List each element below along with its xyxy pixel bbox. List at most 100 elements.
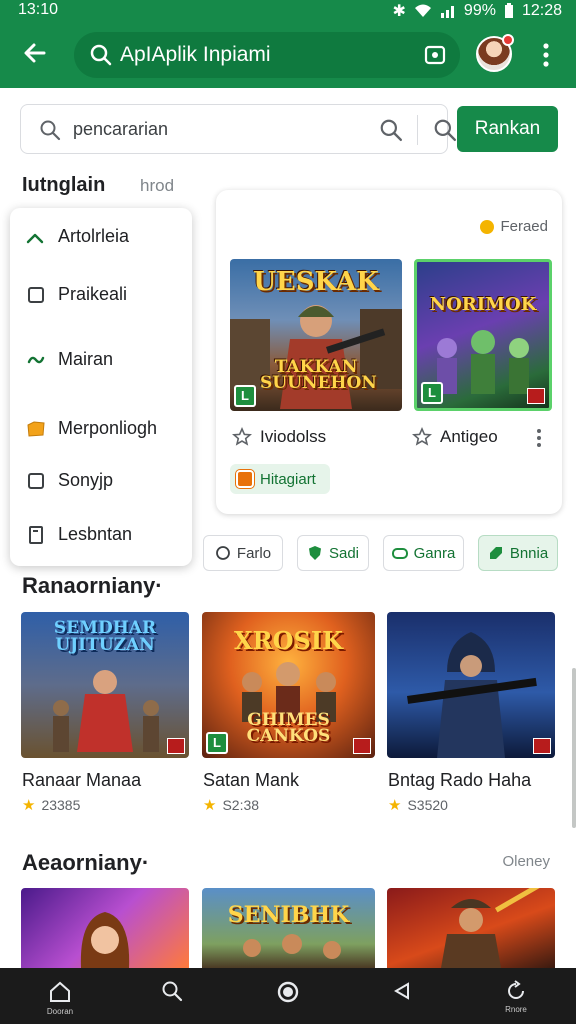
menu-item-3[interactable]: Mairan (26, 349, 113, 370)
gamepad-icon (391, 548, 408, 559)
menu-item-label: Merponliogh (58, 418, 158, 438)
search-secondary-icon[interactable] (433, 118, 457, 142)
tag-icon (489, 547, 502, 559)
chip-label: Bnnia (509, 544, 549, 562)
featured-tag: Feraed (480, 218, 548, 235)
featured-game-1[interactable]: UESKAK TAKKAN SUUNEHON L (230, 259, 402, 411)
store-badge-icon: L (234, 385, 256, 407)
menu-item-5[interactable]: Sonyjp (26, 470, 113, 491)
star-icon: ★ (22, 797, 36, 814)
game-tile[interactable] (387, 888, 555, 968)
star-outline-icon (232, 427, 252, 446)
featured-game-1-name: Iviodolss (260, 427, 327, 446)
heroine-artwork (80, 912, 130, 968)
bottom-navigation: Dooran Rnore (0, 968, 576, 1024)
refresh-icon (508, 980, 524, 999)
chip-ganra[interactable]: Ganra (383, 535, 464, 571)
nav-home-button[interactable] (258, 968, 318, 1024)
game-tile-rating-value: S2:38 (222, 797, 260, 813)
game-tile[interactable] (387, 612, 555, 758)
divider (417, 115, 418, 145)
game-tile-rating: ★ S2:38 (203, 796, 259, 814)
search-field[interactable]: pencararian (20, 104, 457, 154)
featured-game-2-label[interactable]: Antigeo (412, 427, 498, 447)
app-launcher-icon[interactable] (424, 44, 446, 66)
nav-more-label: Rnore (505, 1005, 527, 1014)
game-tile[interactable]: XROSIK GHIMES CANKOS L (202, 612, 375, 758)
menu-item-4[interactable]: Merponliogh (26, 418, 157, 439)
game-tile-art-title: SENIBHK (227, 902, 350, 928)
search-submit-icon[interactable] (379, 118, 403, 142)
rank-button[interactable]: Rankan (457, 106, 558, 152)
filter-menu: Artolrleia Praikeali Mairan Merponliogh … (10, 208, 192, 566)
rating-badge-icon (527, 388, 545, 404)
back-arrow-icon[interactable] (20, 38, 50, 68)
menu-item-1[interactable]: Artolrleia (26, 226, 129, 247)
menu-item-label: Mairan (58, 349, 114, 369)
section-title: Ranaorniany· (22, 573, 163, 598)
scrollbar[interactable] (572, 668, 576, 828)
interest-chip-label: Hitagiart (260, 470, 316, 488)
avatar[interactable] (476, 34, 514, 72)
store-badge-icon: L (421, 382, 443, 404)
game-tile-name[interactable]: Satan Mank (203, 770, 299, 791)
game-tile-name[interactable]: Bntag Rado Haha (388, 770, 531, 791)
status-bar: 13:10 ✱ 99% 12:28 (0, 0, 576, 22)
game-tile-rating-value: 23385 (41, 797, 81, 813)
nav-home[interactable]: Dooran (30, 968, 90, 1024)
game-tile[interactable] (21, 888, 189, 968)
more-options-icon[interactable] (532, 428, 546, 448)
nav-home-label: Dooran (46, 1007, 74, 1016)
nav-search[interactable] (142, 968, 202, 1024)
bluetooth-icon: ✱ (392, 3, 406, 20)
search-input[interactable]: pencararian (73, 119, 168, 140)
folder-icon (27, 420, 45, 437)
coin-icon (480, 219, 495, 234)
interest-chip[interactable]: Hitagiart (230, 464, 330, 494)
featured-game-1-label[interactable]: Iviodolss (232, 427, 326, 447)
status-time: 13:10 (18, 1, 59, 18)
chip-farlo[interactable]: Farlo (203, 535, 283, 571)
filter-hint: hrod (140, 176, 175, 195)
game-tile-rating: ★ S3520 (388, 796, 448, 814)
featured-game-2-title: NORIMOK (429, 294, 537, 315)
status-time-right: 12:28 (521, 2, 562, 19)
overflow-menu-icon[interactable] (538, 42, 554, 68)
game-tile[interactable]: SEMDHAR UJITUZAN (21, 612, 189, 758)
menu-item-2[interactable]: Praikeali (26, 284, 127, 305)
app-bar: 13:10 ✱ 99% 12:28 ApIAplik Inpiami (0, 0, 576, 88)
game-tile-art-title: XROSIK (234, 626, 343, 655)
game-tile-name[interactable]: Ranaar Manaa (22, 770, 141, 791)
chip-sadi[interactable]: Sadi (297, 535, 369, 571)
appbar-search[interactable]: ApIAplik Inpiami (74, 32, 460, 78)
signal-icon (440, 6, 454, 18)
chip-bnnia[interactable]: Bnnia (478, 535, 558, 571)
game-tile-rating-value: S3520 (407, 797, 448, 813)
warrior-artwork (441, 888, 541, 968)
section-title: Aeaorniany· (22, 850, 150, 875)
chat-icon (216, 546, 230, 560)
search-icon (40, 120, 61, 141)
menu-item-label: Praikeali (58, 284, 128, 304)
trending-icon (26, 233, 44, 243)
checkbox-icon (28, 472, 44, 489)
sniper-artwork (407, 632, 537, 758)
filter-title: Iutnglain (22, 174, 106, 196)
menu-item-label: Sonyjp (58, 470, 114, 490)
game-tile-art-title: SEMDHAR UJITUZAN (53, 618, 157, 655)
featured-game-2[interactable]: NORIMOK L (414, 259, 552, 411)
rating-badge-icon (353, 738, 371, 754)
section-more-link[interactable]: Oleney (502, 853, 550, 870)
soldiers-artwork (243, 934, 341, 959)
star-outline-icon (412, 427, 432, 446)
nav-back[interactable] (372, 968, 432, 1024)
game-tile[interactable]: SENIBHK (202, 888, 375, 968)
menu-item-6[interactable]: Lesbntan (26, 524, 132, 545)
nav-more[interactable]: Rnore (486, 968, 546, 1024)
document-icon (29, 525, 43, 544)
chip-label: Ganra (413, 544, 456, 562)
wifi-icon (414, 4, 431, 17)
app-badge-icon (236, 470, 254, 488)
home-icon (50, 981, 70, 1002)
status-icons: ✱ 99% 12:28 (393, 1, 562, 21)
